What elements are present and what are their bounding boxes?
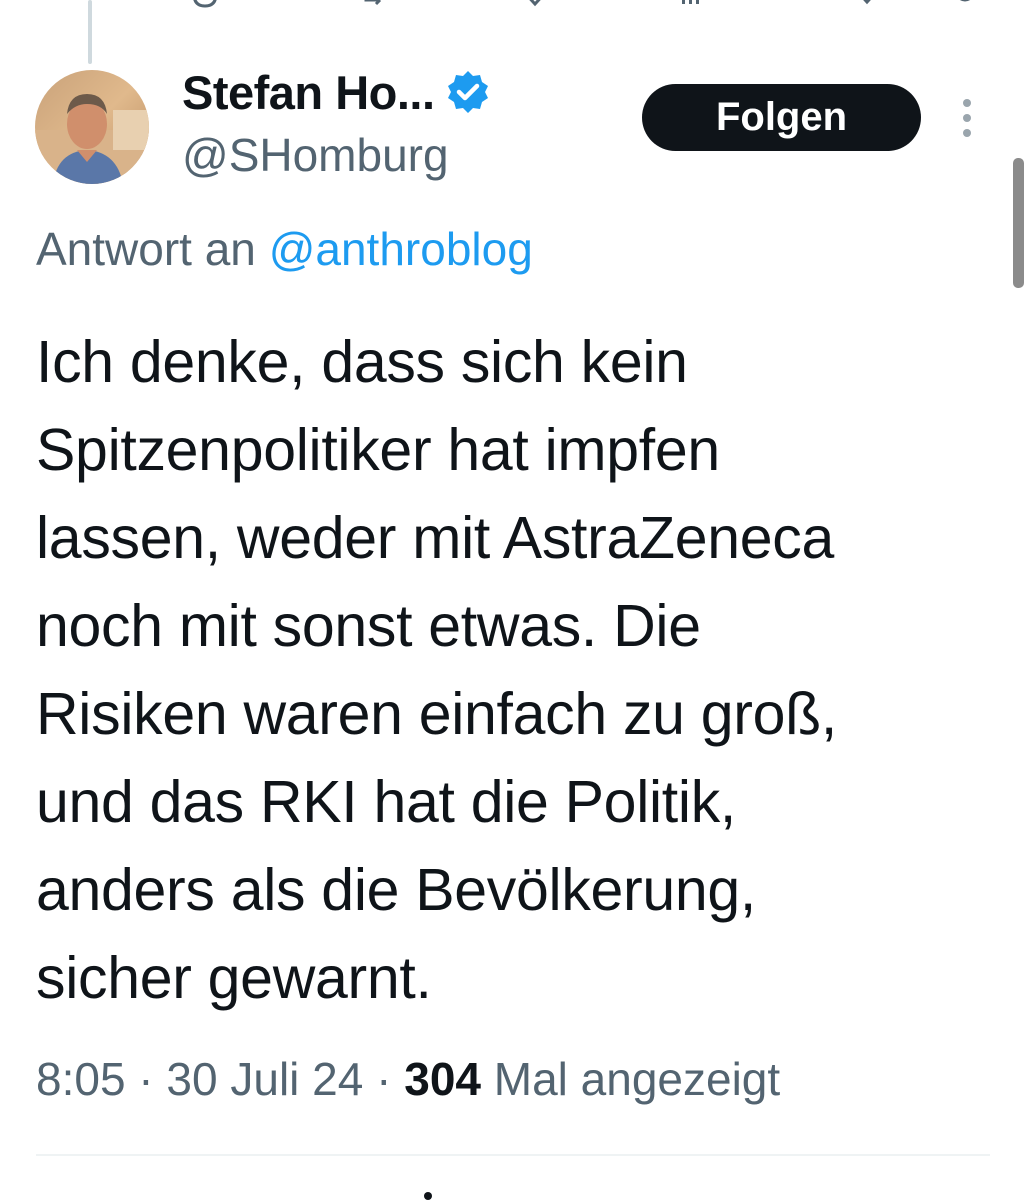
previous-tweet-actions [0, 0, 1024, 14]
bookmark-icon[interactable] [852, 0, 882, 8]
scrollbar-thumb[interactable] [1013, 158, 1024, 288]
author-handle[interactable]: @SHomburg [182, 128, 449, 182]
thread-connector-line [88, 0, 92, 64]
tweet-date[interactable]: 30 Juli 24 [166, 1053, 363, 1105]
reply-context: Antwort an @anthroblog [36, 222, 533, 276]
follow-button[interactable]: Folgen [642, 84, 921, 151]
meta-separator: · [125, 1053, 167, 1105]
author-name-row: Stefan Ho... [182, 64, 491, 120]
meta-separator: · [363, 1053, 405, 1105]
author-display-name[interactable]: Stefan Ho... [182, 65, 435, 120]
views-label: Mal angezeigt [480, 1053, 781, 1105]
like-icon[interactable] [520, 0, 550, 8]
share-icon[interactable] [950, 0, 980, 8]
avatar[interactable] [35, 70, 149, 184]
repost-icon[interactable] [360, 0, 390, 8]
tweet-metadata: 8:05 · 30 Juli 24 · 304 Mal angezeigt [36, 1052, 780, 1106]
reply-icon[interactable] [190, 0, 220, 8]
tweet-time[interactable]: 8:05 [36, 1053, 126, 1105]
next-row-hint [424, 1192, 432, 1200]
more-vertical-icon[interactable] [956, 98, 978, 138]
divider [36, 1154, 990, 1156]
tweet-text: Ich denke, dass sich kein Spitzenpolitik… [36, 329, 837, 1011]
reply-mention-link[interactable]: @anthroblog [269, 223, 533, 275]
reply-prefix: Antwort an [36, 223, 269, 275]
views-icon[interactable] [676, 0, 706, 8]
views-count[interactable]: 304 [404, 1053, 481, 1105]
verified-badge-icon[interactable] [445, 69, 491, 115]
